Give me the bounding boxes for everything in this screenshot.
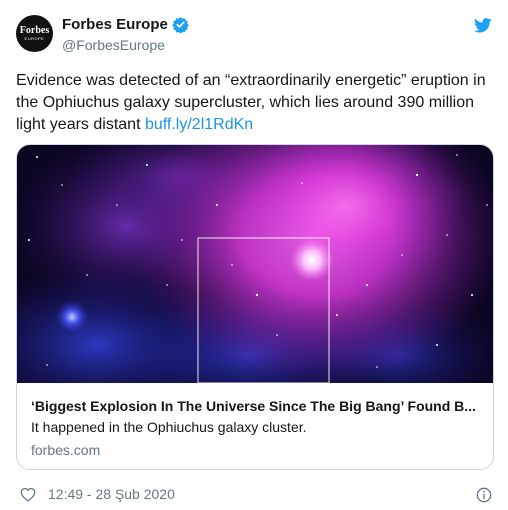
- card-description: It happened in the Ophiuchus galaxy clus…: [31, 419, 307, 435]
- galaxy-cluster-image: [17, 145, 493, 383]
- tweet-link[interactable]: buff.ly/2l1RdKn: [145, 116, 253, 133]
- author-name-row: Forbes Europe: [62, 16, 189, 33]
- avatar-sub-text: EUROPE: [24, 36, 45, 41]
- twitter-bird-icon[interactable]: [474, 18, 492, 33]
- card-domain: forbes.com: [31, 442, 101, 458]
- author-display-name[interactable]: Forbes Europe: [62, 16, 168, 33]
- card-title[interactable]: ‘Biggest Explosion In The Universe Since…: [31, 398, 483, 414]
- avatar-brand-text: Forbes: [19, 25, 50, 36]
- verified-badge-icon: [172, 17, 189, 33]
- author-handle[interactable]: @ForbesEurope: [62, 37, 165, 53]
- heart-icon[interactable]: [20, 487, 36, 502]
- tweet-footer: 12:49 - 28 Şub 2020: [20, 486, 175, 502]
- tweet-text: Evidence was detected of an “extraordina…: [16, 70, 496, 136]
- link-preview-card[interactable]: ‘Biggest Explosion In The Universe Since…: [16, 144, 494, 470]
- avatar[interactable]: Forbes EUROPE: [16, 15, 53, 52]
- tweet-timestamp[interactable]: 12:49 - 28 Şub 2020: [48, 486, 175, 502]
- info-icon[interactable]: [476, 487, 492, 503]
